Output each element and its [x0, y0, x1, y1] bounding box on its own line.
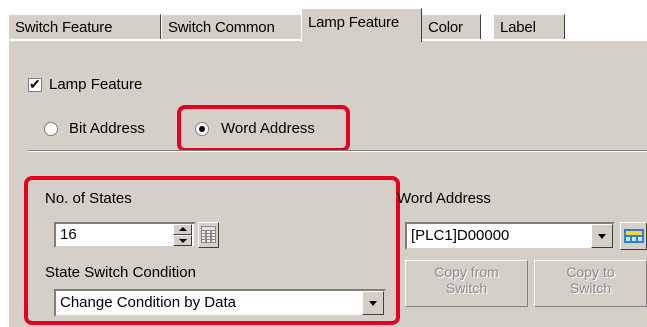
word-address-label: Word Address — [221, 120, 315, 137]
copy-from-switch-button[interactable]: Copy from Switch — [405, 260, 528, 307]
keypad-icon — [201, 226, 216, 243]
lamp-feature-checkbox[interactable]: ✔ — [28, 76, 42, 92]
calculator-icon — [624, 229, 644, 243]
bit-address-label: Bit Address — [69, 120, 145, 137]
separator — [28, 150, 647, 152]
dropdown-arrow-icon — [598, 234, 606, 239]
state-switch-condition-label: State Switch Condition — [45, 264, 196, 281]
keypad-button[interactable] — [198, 222, 219, 248]
checkmark-icon: ✔ — [29, 76, 41, 92]
tab-label[interactable]: Label — [493, 14, 565, 39]
word-address-dropdown-button[interactable] — [591, 224, 613, 248]
spinner-down-button[interactable] — [173, 235, 192, 246]
tab-switch-feature[interactable]: Switch Feature — [8, 14, 161, 39]
state-switch-condition-value: Change Condition by Data — [60, 294, 236, 311]
copy-from-line2: Switch — [445, 280, 488, 296]
tab-lamp-feature[interactable]: Lamp Feature — [301, 8, 422, 42]
word-address-value: [PLC1]D00000 — [411, 227, 510, 244]
state-switch-condition-select[interactable]: Change Condition by Data — [54, 289, 386, 317]
address-input-button[interactable] — [620, 222, 647, 250]
word-address-radio[interactable] — [195, 122, 209, 136]
word-address-input[interactable]: [PLC1]D00000 — [405, 222, 615, 250]
copy-to-line1: Copy to — [566, 264, 615, 280]
condition-dropdown-button[interactable] — [362, 291, 384, 315]
copy-to-line2: Switch — [569, 280, 612, 296]
spinner-up-icon — [179, 227, 187, 231]
copy-to-switch-button[interactable]: Copy to Switch — [534, 260, 647, 307]
spinner-down-icon — [179, 239, 187, 243]
tab-switch-common[interactable]: Switch Common — [161, 14, 303, 39]
copy-from-line1: Copy from — [434, 264, 499, 280]
radio-selected-dot — [199, 126, 205, 132]
lamp-settings-dialog: Switch Feature Switch Common Color Label… — [0, 0, 647, 327]
bit-address-radio[interactable] — [44, 122, 58, 136]
word-address-field-label: Word Address — [397, 190, 491, 207]
spinner-up-button[interactable] — [173, 224, 192, 235]
no-of-states-label: No. of States — [45, 190, 132, 207]
lamp-feature-label: Lamp Feature — [49, 76, 143, 93]
dropdown-arrow-icon — [369, 301, 377, 306]
tab-color[interactable]: Color — [421, 14, 481, 39]
